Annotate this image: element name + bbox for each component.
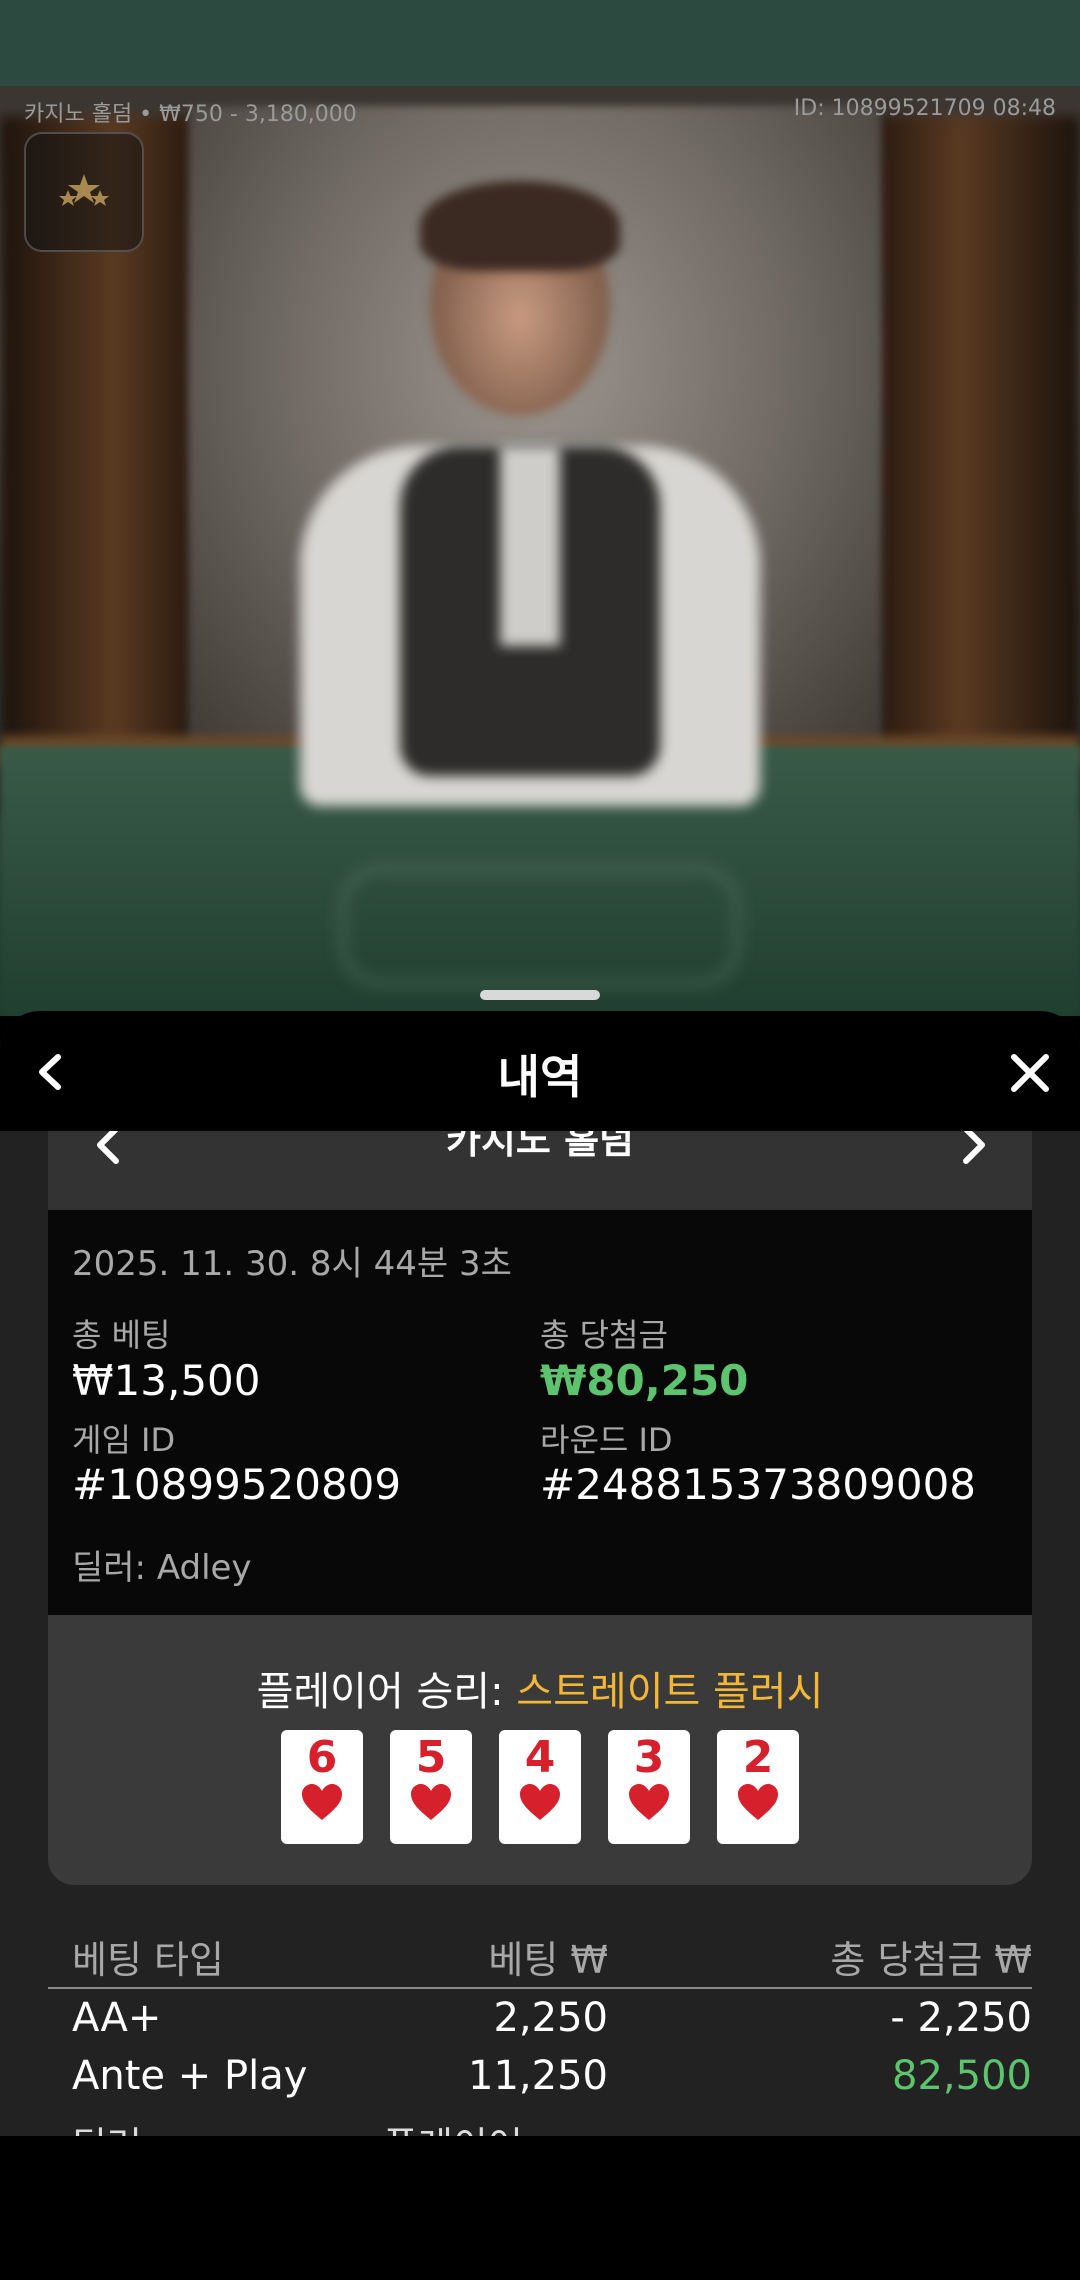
round-id-label: 라운드 ID bbox=[540, 1421, 673, 1459]
total-bet-label: 총 베팅 bbox=[72, 1316, 171, 1354]
winning-hand: 스트레이트 플러시 bbox=[516, 1669, 824, 1715]
round-datetime: 2025. 11. 30. 8시 44분 3초 bbox=[72, 1244, 512, 1284]
live-dealer-video bbox=[0, 86, 1080, 1016]
stars-icon bbox=[59, 174, 109, 206]
favorite-button[interactable] bbox=[24, 132, 144, 252]
bets-table-header: 베팅 타입 베팅 ₩ 총 당첨금 ₩ bbox=[48, 1911, 1032, 1989]
sheet-header: 내역 bbox=[0, 1011, 1080, 1131]
round-info: 2025. 11. 30. 8시 44분 3초 총 베팅 ₩13,500 총 당… bbox=[48, 1210, 1032, 1615]
result-prefix: 플레이어 승리: bbox=[256, 1669, 517, 1715]
table-limits-label: 카지노 홀덤 • ₩750 - 3,180,000 bbox=[24, 102, 357, 127]
game-id-time-label: ID: 10899521709 08:48 bbox=[793, 96, 1056, 121]
round-result: 플레이어 승리: 스트레이트 플러시 6 5 4 3 2 bbox=[48, 1615, 1032, 1885]
history-sheet: 내역 카지노 홀덤 2025. 11. 30. 8시 44분 3초 총 베팅 ₩… bbox=[0, 1011, 1080, 2280]
table-row: Ante + Play 11,250 82,500 bbox=[48, 2047, 1032, 2105]
bet-win: 82,500 bbox=[892, 2053, 1032, 2099]
top-bar bbox=[0, 0, 1080, 86]
bet-type: Ante + Play bbox=[72, 2053, 308, 2099]
next-round-icon[interactable] bbox=[956, 1131, 992, 1169]
card-rank: 2 bbox=[742, 1732, 774, 1783]
heart-icon bbox=[411, 1784, 451, 1820]
bet-win: - 2,250 bbox=[890, 1995, 1032, 2041]
total-win-value: ₩80,250 bbox=[540, 1356, 749, 1405]
playing-card: 3 bbox=[608, 1730, 690, 1844]
game-id-label: 게임 ID bbox=[72, 1421, 176, 1459]
playing-card: 5 bbox=[390, 1730, 472, 1844]
playing-card: 2 bbox=[717, 1730, 799, 1844]
card-rank: 6 bbox=[306, 1732, 338, 1783]
result-text: 플레이어 승리: 스트레이트 플러시 bbox=[48, 1659, 1032, 1717]
header-bet-amount: 베팅 ₩ bbox=[488, 1938, 608, 1982]
heart-icon bbox=[738, 1784, 778, 1820]
playing-card: 4 bbox=[499, 1730, 581, 1844]
bet-amount: 2,250 bbox=[493, 1995, 608, 2041]
heart-icon bbox=[302, 1784, 342, 1820]
round-card: 카지노 홀덤 2025. 11. 30. 8시 44분 3초 총 베팅 ₩13,… bbox=[48, 1131, 1032, 1885]
heart-icon bbox=[520, 1784, 560, 1820]
game-name: 카지노 홀덤 bbox=[445, 1131, 635, 1162]
card-rank: 3 bbox=[633, 1732, 665, 1783]
table-row: AA+ 2,250 - 2,250 bbox=[48, 1989, 1032, 2047]
total-win-label: 총 당첨금 bbox=[540, 1316, 668, 1354]
header-bet-type: 베팅 타입 bbox=[72, 1938, 224, 1982]
bet-type: AA+ bbox=[72, 1995, 162, 2041]
winning-cards: 6 5 4 3 2 bbox=[48, 1730, 1032, 1844]
card-rank: 4 bbox=[524, 1732, 556, 1783]
playing-card: 6 bbox=[281, 1730, 363, 1844]
close-icon[interactable] bbox=[1006, 1049, 1054, 1097]
bet-amount: 11,250 bbox=[468, 2053, 608, 2099]
game-navigator: 카지노 홀덤 bbox=[48, 1131, 1032, 1210]
bottom-bar bbox=[0, 2136, 1080, 2280]
header-total-win: 총 당첨금 ₩ bbox=[830, 1938, 1032, 1982]
total-bet-value: ₩13,500 bbox=[72, 1356, 261, 1405]
sheet-drag-handle[interactable] bbox=[480, 990, 600, 1000]
bets-table: 베팅 타입 베팅 ₩ 총 당첨금 ₩ AA+ 2,250 - 2,250 Ant… bbox=[48, 1911, 1032, 2168]
sheet-title: 내역 bbox=[497, 1050, 583, 1104]
card-rank: 5 bbox=[415, 1732, 447, 1783]
game-id-value: #10899520809 bbox=[72, 1460, 402, 1509]
round-id-value: #248815373809008 bbox=[540, 1460, 977, 1509]
heart-icon bbox=[629, 1784, 669, 1820]
dealer-name: 딜러: Adley bbox=[72, 1548, 252, 1588]
